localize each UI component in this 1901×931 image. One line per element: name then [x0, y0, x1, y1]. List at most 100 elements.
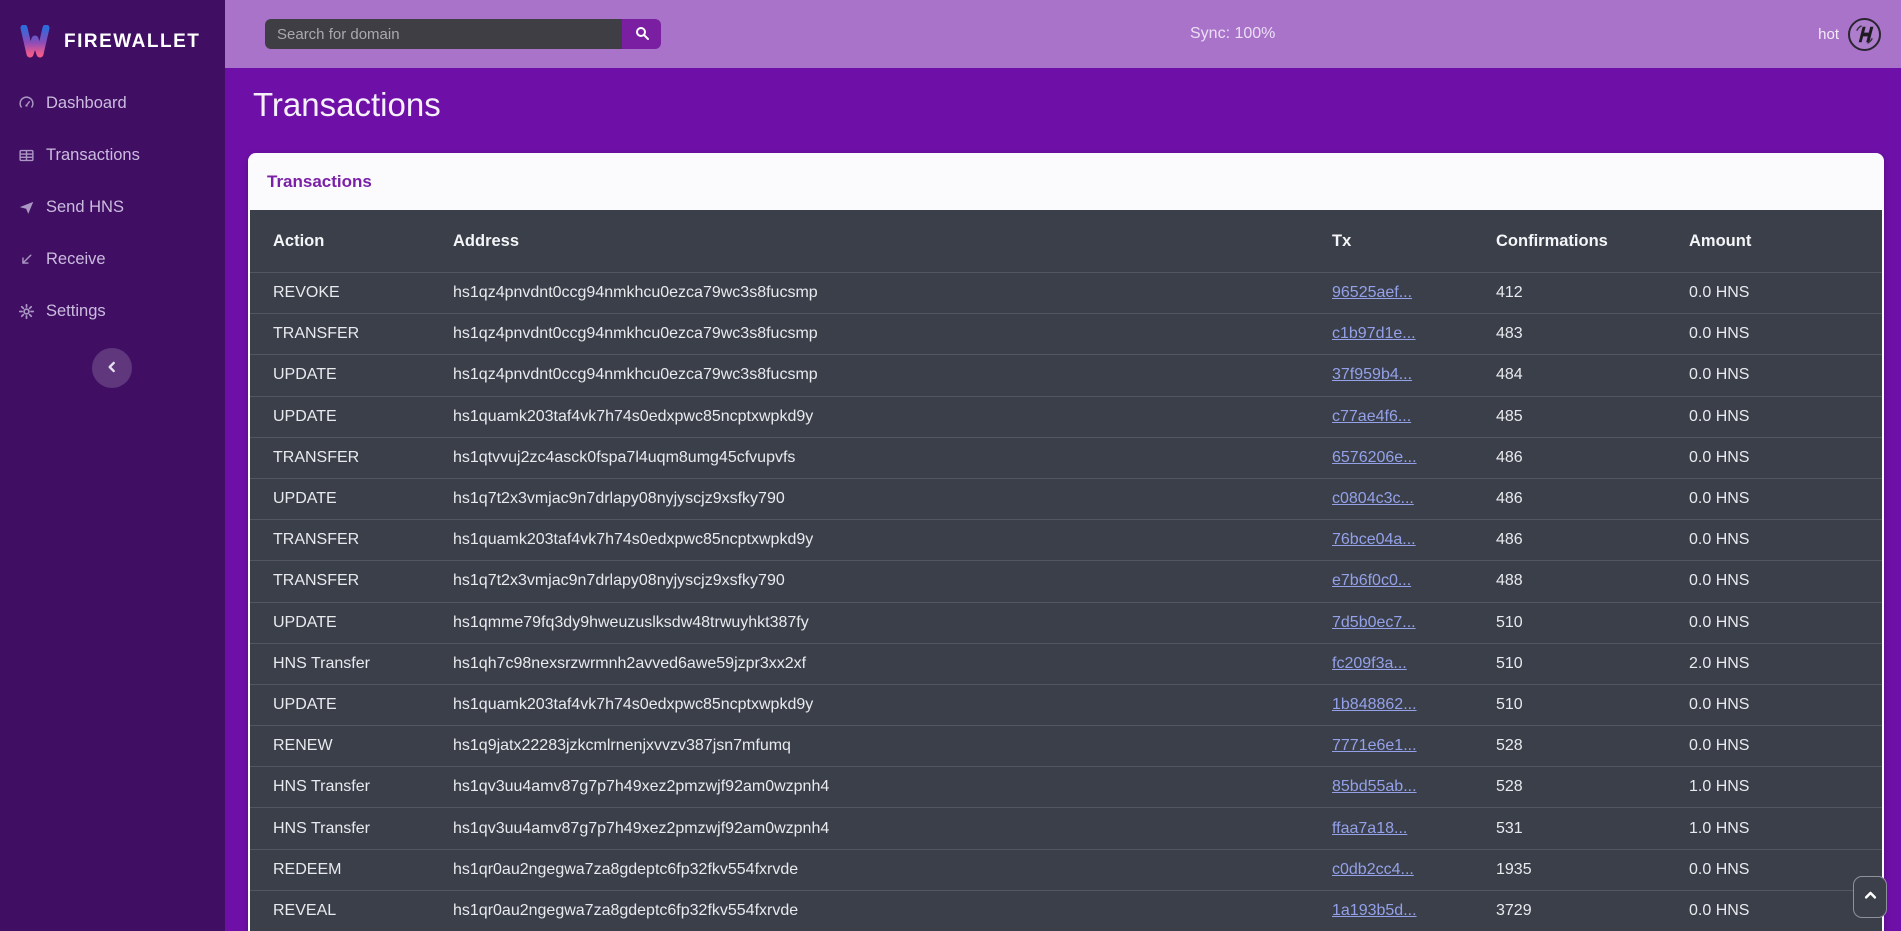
address-cell: hs1qr0au2ngegwa7za8gdeptc6fp32fkv554fxrv… [453, 861, 1332, 879]
address-cell: hs1qh7c98nexsrzwrmnh2avved6awe59jzpr3xx2… [453, 655, 1332, 673]
sidebar-item-dashboard[interactable]: Dashboard [0, 77, 225, 129]
table-row: REVOKE hs1qz4pnvdnt0ccg94nmkhcu0ezca79wc… [250, 272, 1882, 313]
confirmations-cell: 488 [1496, 572, 1689, 590]
send-icon [18, 199, 35, 216]
address-cell: hs1qr0au2ngegwa7za8gdeptc6fp32fkv554fxrv… [453, 902, 1332, 920]
page-title: Transactions [253, 86, 441, 124]
transactions-icon [18, 147, 35, 164]
table-row: TRANSFER hs1qtvvuj2zc4asck0fspa7l4uqm8um… [250, 437, 1882, 478]
sidebar-item-label: Dashboard [46, 94, 127, 113]
sidebar-nav: Dashboard Transactions Send HNS [0, 77, 225, 337]
action-cell: REVEAL [273, 902, 453, 920]
confirmations-cell: 510 [1496, 614, 1689, 632]
sidebar-item-receive[interactable]: Receive [0, 233, 225, 285]
topbar: Sync: 100% hot [225, 0, 1901, 68]
action-cell: HNS Transfer [273, 820, 453, 838]
address-cell: hs1qz4pnvdnt0ccg94nmkhcu0ezca79wc3s8fucs… [453, 366, 1332, 384]
address-cell: hs1qv3uu4amv87g7p7h49xez2pmzwjf92am0wzpn… [453, 778, 1332, 796]
confirmations-cell: 531 [1496, 820, 1689, 838]
table-row: HNS Transfer hs1qv3uu4amv87g7p7h49xez2pm… [250, 766, 1882, 807]
action-cell: TRANSFER [273, 531, 453, 549]
confirmations-cell: 483 [1496, 325, 1689, 343]
confirmations-cell: 1935 [1496, 861, 1689, 879]
wallet-name-label: hot [1818, 26, 1839, 43]
column-header-tx: Tx [1332, 232, 1496, 251]
amount-cell: 0.0 HNS [1689, 572, 1882, 590]
table-row: TRANSFER hs1quamk203taf4vk7h74s0edxpwc85… [250, 519, 1882, 560]
column-header-action: Action [273, 232, 453, 251]
tx-hash-link[interactable]: 37f959b4... [1332, 366, 1412, 383]
tx-hash-link[interactable]: c0db2cc4... [1332, 861, 1414, 878]
tx-hash-link[interactable]: c0804c3c... [1332, 490, 1414, 507]
confirmations-cell: 528 [1496, 737, 1689, 755]
action-cell: HNS Transfer [273, 778, 453, 796]
sidebar-collapse-button[interactable] [92, 348, 132, 388]
tx-hash-link[interactable]: fc209f3a... [1332, 655, 1407, 672]
action-cell: UPDATE [273, 696, 453, 714]
confirmations-cell: 486 [1496, 531, 1689, 549]
amount-cell: 0.0 HNS [1689, 325, 1882, 343]
sidebar-item-label: Transactions [46, 146, 140, 165]
tx-hash-link[interactable]: 7771e6e1... [1332, 737, 1417, 754]
amount-cell: 0.0 HNS [1689, 737, 1882, 755]
tx-hash-link[interactable]: 7d5b0ec7... [1332, 614, 1416, 631]
transactions-table: Action Address Tx Confirmations Amount R… [250, 210, 1882, 931]
tx-hash-link[interactable]: 96525aef... [1332, 284, 1412, 301]
tx-hash-link[interactable]: 76bce04a... [1332, 531, 1416, 548]
brand-name: FIREWALLET [64, 31, 200, 53]
wallet-indicator: hot [1818, 0, 1881, 68]
amount-cell: 0.0 HNS [1689, 614, 1882, 632]
table-body: REVOKE hs1qz4pnvdnt0ccg94nmkhcu0ezca79wc… [250, 272, 1882, 931]
tx-hash-link[interactable]: ffaa7a18... [1332, 820, 1407, 837]
table-row: RENEW hs1q9jatx22283jzkcmlrnenjxvvzv387j… [250, 725, 1882, 766]
table-row: REVEAL hs1qr0au2ngegwa7za8gdeptc6fp32fkv… [250, 890, 1882, 931]
address-cell: hs1qtvvuj2zc4asck0fspa7l4uqm8umg45cfvupv… [453, 449, 1332, 467]
tx-hash-link[interactable]: c1b97d1e... [1332, 325, 1416, 342]
app-logo[interactable]: FIREWALLET [0, 0, 225, 68]
tx-hash-link[interactable]: 1a193b5d... [1332, 902, 1417, 919]
column-header-amount: Amount [1689, 232, 1882, 251]
amount-cell: 1.0 HNS [1689, 820, 1882, 838]
address-cell: hs1quamk203taf4vk7h74s0edxpwc85ncptxwpkd… [453, 696, 1332, 714]
address-cell: hs1qz4pnvdnt0ccg94nmkhcu0ezca79wc3s8fucs… [453, 284, 1332, 302]
firewallet-logo-icon [20, 25, 50, 59]
confirmations-cell: 485 [1496, 408, 1689, 426]
tx-hash-link[interactable]: 85bd55ab... [1332, 778, 1417, 795]
table-row: UPDATE hs1qmme79fq3dy9hweuzuslksdw48trwu… [250, 602, 1882, 643]
address-cell: hs1quamk203taf4vk7h74s0edxpwc85ncptxwpkd… [453, 531, 1332, 549]
table-row: UPDATE hs1quamk203taf4vk7h74s0edxpwc85nc… [250, 396, 1882, 437]
tx-hash-link[interactable]: 1b848862... [1332, 696, 1417, 713]
action-cell: REDEEM [273, 861, 453, 879]
chevron-left-icon [105, 360, 119, 377]
receive-icon [18, 251, 35, 268]
tx-hash-link[interactable]: 6576206e... [1332, 449, 1417, 466]
confirmations-cell: 3729 [1496, 902, 1689, 920]
sidebar-item-label: Receive [46, 250, 106, 269]
table-row: HNS Transfer hs1qh7c98nexsrzwrmnh2avved6… [250, 643, 1882, 684]
action-cell: TRANSFER [273, 572, 453, 590]
table-row: UPDATE hs1quamk203taf4vk7h74s0edxpwc85nc… [250, 684, 1882, 725]
settings-icon [18, 303, 35, 320]
scroll-to-top-button[interactable] [1853, 876, 1887, 918]
column-header-address: Address [453, 232, 1332, 251]
search-icon [634, 25, 650, 44]
domain-search [265, 19, 661, 49]
sidebar-item-send-hns[interactable]: Send HNS [0, 181, 225, 233]
amount-cell: 0.0 HNS [1689, 284, 1882, 302]
amount-cell: 0.0 HNS [1689, 531, 1882, 549]
sidebar-item-settings[interactable]: Settings [0, 285, 225, 337]
sidebar: FIREWALLET Dashboard Transactions [0, 0, 225, 931]
sidebar-item-label: Send HNS [46, 198, 124, 217]
confirmations-cell: 486 [1496, 449, 1689, 467]
search-button[interactable] [622, 19, 661, 49]
tx-hash-link[interactable]: c77ae4f6... [1332, 408, 1411, 425]
column-header-confirmations: Confirmations [1496, 232, 1689, 251]
handshake-logo-icon[interactable] [1848, 18, 1881, 51]
table-row: TRANSFER hs1q7t2x3vmjac9n7drlapy08nyjysc… [250, 560, 1882, 601]
action-cell: TRANSFER [273, 325, 453, 343]
table-row: HNS Transfer hs1qv3uu4amv87g7p7h49xez2pm… [250, 807, 1882, 848]
search-input[interactable] [265, 19, 622, 49]
main-content: Transactions Transactions Action Address… [225, 68, 1901, 931]
tx-hash-link[interactable]: e7b6f0c0... [1332, 572, 1411, 589]
sidebar-item-transactions[interactable]: Transactions [0, 129, 225, 181]
